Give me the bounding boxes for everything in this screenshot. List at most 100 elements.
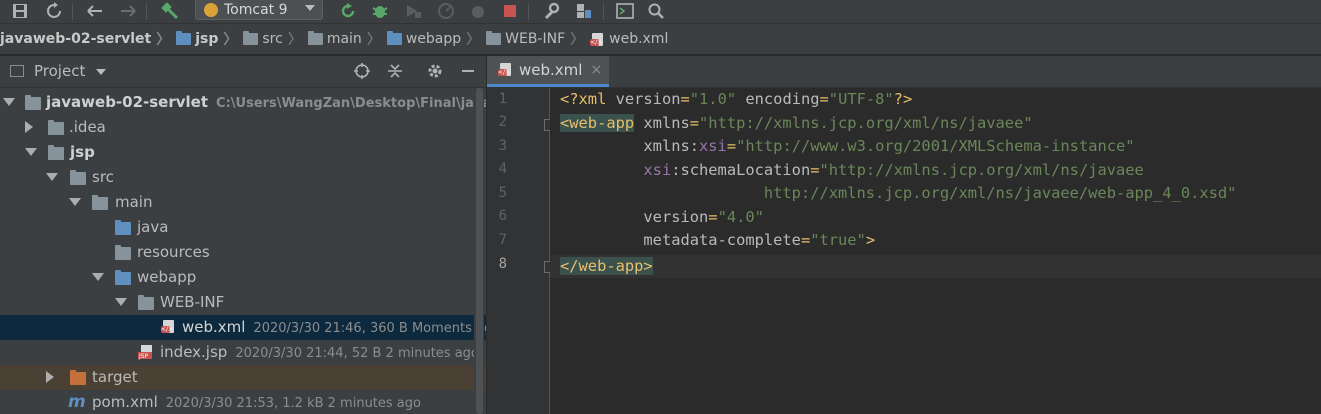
run-configuration-dropdown[interactable]: Tomcat 9 [195, 0, 323, 20]
code-line[interactable]: metadata-complete="true"> [560, 229, 875, 252]
chevron-down-icon [305, 5, 315, 11]
tree-item-java[interactable]: java [0, 215, 486, 240]
tree-item-index-jsp[interactable]: JSP index.jsp 2020/3/30 21:44, 52 B 2 min… [0, 340, 486, 365]
code-editor[interactable]: <?xml version="1.0" encoding="UTF-8"?> <w… [550, 88, 1321, 414]
profile-icon[interactable] [436, 2, 456, 20]
breadcrumb-item-web-xml[interactable]: </> web.xml [590, 24, 668, 54]
expand-arrow-icon[interactable] [46, 173, 58, 181]
code-token: > [865, 231, 876, 249]
breadcrumb-label: main [326, 31, 362, 47]
chevron-right-icon: 〉 [570, 32, 585, 48]
code-token: <?xml [560, 90, 616, 108]
breadcrumb-item-webapp[interactable]: webapp 〉 [386, 24, 486, 54]
collapse-all-icon[interactable] [386, 62, 404, 80]
forward-icon[interactable] [118, 2, 138, 20]
back-icon[interactable] [85, 2, 105, 20]
folder-icon [307, 31, 323, 45]
chevron-right-icon: 〉 [366, 32, 381, 48]
tree-item-web-inf[interactable]: WEB-INF [0, 290, 486, 315]
collapse-arrow-icon[interactable] [25, 121, 33, 133]
rerun-icon[interactable] [338, 2, 358, 20]
code-line[interactable]: xsi:schemaLocation="http://xmlns.jcp.org… [560, 159, 1143, 182]
code-token: xsi [699, 137, 727, 155]
code-token: "http://www.w3.org/2001/XMLSchema-instan… [736, 137, 1135, 155]
folder-icon [486, 31, 502, 45]
build-hammer-icon[interactable] [160, 2, 180, 20]
breadcrumb-item-main[interactable]: main 〉 [307, 24, 387, 54]
tab-web-xml[interactable]: </> web.xml × [487, 56, 609, 87]
code-line[interactable]: <web-app xmlns="http://xmlns.jcp.org/xml… [560, 112, 1033, 135]
collapse-arrow-icon[interactable] [46, 371, 54, 383]
expand-arrow-icon[interactable] [25, 148, 37, 156]
web-folder-icon [386, 31, 402, 45]
breadcrumb-item-web-inf[interactable]: WEB-INF 〉 [486, 24, 590, 54]
tree-item-resources[interactable]: resources [0, 240, 486, 265]
expand-arrow-icon[interactable] [92, 273, 104, 281]
code-token: <web-app [560, 114, 635, 132]
code-token: = [708, 208, 718, 226]
code-token: = [800, 231, 811, 249]
tree-item-idea[interactable]: .idea [0, 115, 486, 140]
breadcrumb-item-src[interactable]: src 〉 [243, 24, 307, 54]
code-line[interactable]: http://xmlns.jcp.org/xml/ns/javaee/web-a… [560, 182, 1237, 205]
code-line[interactable]: xmlns:xsi="http://www.w3.org/2001/XMLSch… [560, 135, 1135, 158]
save-all-icon[interactable] [10, 2, 30, 20]
tree-item-main[interactable]: main [0, 190, 486, 215]
tree-item-path: C:\Users\WangZan\Desktop\Final\javaw [216, 96, 486, 111]
stop-icon[interactable] [500, 2, 520, 20]
code-token: http://xmlns.jcp.org/xml/ns/javaee/web-a… [763, 184, 1237, 202]
code-line[interactable]: </web-app> [560, 255, 653, 278]
scrollbar-thumb[interactable] [476, 88, 483, 414]
folder-icon [243, 31, 259, 45]
toolbar-separator [603, 3, 604, 20]
toolbar-separator [528, 3, 529, 20]
project-tree-scrollbar[interactable] [474, 88, 484, 414]
resources-folder-icon [115, 245, 131, 260]
tree-item-label: .idea [69, 118, 106, 136]
expand-arrow-icon[interactable] [3, 98, 15, 106]
tree-item-webapp[interactable]: webapp [0, 265, 486, 290]
locate-target-icon[interactable] [353, 62, 371, 80]
breadcrumb-item-project[interactable]: javaweb-02-servlet 〉 [0, 24, 176, 54]
code-token: = [726, 137, 737, 155]
tree-item-jsp[interactable]: jsp [0, 140, 486, 165]
line-number: 1 [498, 91, 507, 107]
breadcrumb-item-jsp[interactable]: jsp 〉 [176, 24, 243, 54]
chevron-right-icon: 〉 [156, 32, 171, 48]
breadcrumb: javaweb-02-servlet 〉 jsp 〉 src 〉 main 〉 weba… [0, 24, 1321, 55]
gear-icon[interactable] [426, 62, 444, 80]
code-token: = [810, 161, 820, 179]
project-panel-title[interactable]: Project [34, 62, 85, 80]
editor-gutter: 1 2 3 4 5 6 7 8 [487, 88, 579, 414]
code-token: "4.0" [717, 208, 764, 226]
sync-icon[interactable] [44, 2, 64, 20]
tree-item-project-root[interactable]: javaweb-02-servlet C:\Users\WangZan\Deskt… [0, 90, 486, 115]
tree-item-file-info: 2020/3/30 21:44, 52 B 2 minutes ago [235, 346, 479, 361]
excluded-folder-icon [70, 370, 86, 385]
chevron-down-icon[interactable] [96, 69, 106, 75]
tree-item-src[interactable]: src [0, 165, 486, 190]
code-token: ?> [893, 90, 913, 108]
expand-arrow-icon[interactable] [69, 198, 81, 206]
tree-item-pom-xml[interactable]: m pom.xml 2020/3/30 21:53, 1.2 kB 2 minut… [0, 390, 486, 414]
code-token: xsi [643, 161, 672, 179]
attach-debugger-icon[interactable] [468, 2, 488, 20]
tree-item-web-xml[interactable]: </> web.xml 2020/3/30 21:46, 360 B Moment… [0, 315, 486, 340]
expand-arrow-icon[interactable] [115, 298, 127, 306]
tree-item-label: src [92, 168, 114, 186]
code-line[interactable]: version="4.0" [560, 206, 764, 229]
run-coverage-icon[interactable] [403, 2, 423, 20]
tree-item-label: java [137, 218, 169, 236]
toolbar-separator [72, 3, 73, 20]
xml-file-icon: </> [498, 63, 513, 77]
search-icon[interactable] [646, 2, 666, 20]
code-line[interactable]: <?xml version="1.0" encoding="UTF-8"?> [560, 88, 912, 111]
terminal-icon[interactable] [615, 2, 635, 20]
debug-icon[interactable] [370, 2, 390, 20]
minimize-icon[interactable] [459, 62, 477, 80]
settings-wrench-icon[interactable] [541, 2, 561, 20]
project-structure-icon[interactable] [574, 2, 594, 20]
code-token: metadata-complete [643, 231, 801, 249]
close-icon[interactable]: × [590, 62, 602, 78]
tree-item-target[interactable]: target [0, 365, 486, 390]
